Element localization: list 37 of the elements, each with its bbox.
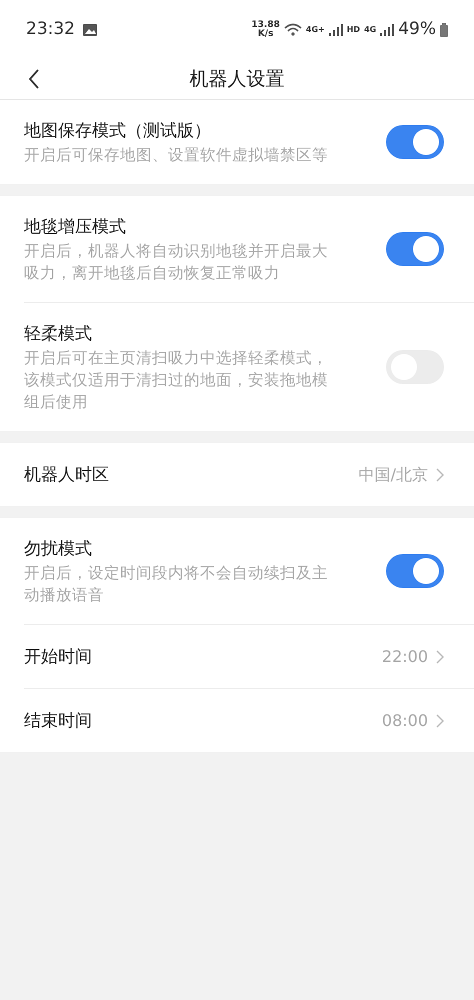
setting-value-link[interactable]: 08:00: [382, 708, 444, 732]
signal-icon: [328, 24, 343, 36]
setting-title: 机器人时区: [24, 464, 110, 486]
setting-value-link[interactable]: 22:00: [382, 644, 444, 668]
setting-description: 开启后，设定时间段内将不会自动续扫及主动播放语音: [24, 563, 329, 606]
setting-title: 地毯增压模式: [24, 216, 127, 239]
setting-description: 开启后可在主页清扫吸力中选择轻柔模式，该模式仅适用于清扫过的地面，安装拖地模组后使用: [24, 348, 329, 413]
setting-value: 22:00: [382, 646, 428, 668]
battery-text: 49%: [398, 18, 436, 42]
setting-title: 结束时间: [24, 710, 93, 732]
chevron-right-icon: [436, 714, 444, 728]
toggle-switch[interactable]: [386, 554, 444, 588]
clock-text: 23:32: [26, 18, 75, 42]
setting-value: 08:00: [382, 710, 428, 732]
toggle-switch[interactable]: [386, 232, 444, 266]
speed-unit: K/s: [256, 30, 274, 39]
signal-icon: [380, 24, 394, 36]
setting-description: 开启后可保存地图、设置软件虚拟墙禁区等: [24, 145, 329, 166]
back-icon: [28, 68, 40, 90]
toggle-switch[interactable]: [386, 125, 444, 159]
chevron-right-icon: [436, 650, 444, 664]
setting-value: 中国/北京: [358, 464, 428, 486]
battery-icon: [440, 23, 448, 37]
hd-label: HD: [346, 24, 360, 36]
setting-title: 开始时间: [24, 646, 93, 668]
speed-value: 13.88: [251, 21, 280, 30]
setting-title: 勿扰模式: [24, 538, 93, 561]
setting-value-link[interactable]: 中国/北京: [358, 462, 444, 486]
wifi-icon: [284, 23, 302, 37]
network-label: 4G: [364, 24, 376, 36]
network-label: 4G+: [306, 24, 325, 36]
setting-description: 开启后，机器人将自动识别地毯并开启最大吸力，离开地毯后自动恢复正常吸力: [24, 241, 329, 284]
page-title: 机器人设置: [190, 67, 284, 92]
setting-title: 地图保存模式（测试版）: [24, 120, 212, 143]
chevron-right-icon: [436, 468, 444, 482]
setting-title: 轻柔模式: [24, 323, 93, 346]
image-icon: [83, 24, 97, 36]
